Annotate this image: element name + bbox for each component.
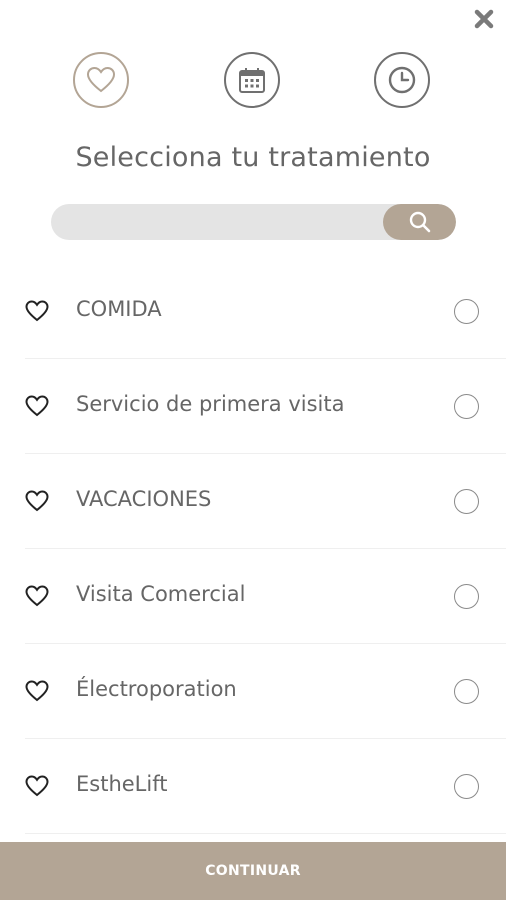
search-bar: [51, 204, 456, 240]
clock-icon: [388, 66, 416, 94]
heart-icon[interactable]: [25, 680, 49, 702]
list-item-label: EstheLift: [76, 772, 168, 796]
continue-button[interactable]: CONTINUAR: [0, 842, 506, 900]
step-date[interactable]: [224, 52, 280, 108]
list-item[interactable]: Servicio de primera visita: [25, 359, 506, 454]
heart-icon[interactable]: [25, 775, 49, 797]
treatment-list: COMIDA Servicio de primera visita VACACI…: [0, 264, 506, 834]
close-icon: [474, 9, 494, 29]
heart-icon[interactable]: [25, 300, 49, 322]
select-radio[interactable]: [454, 394, 479, 419]
list-item[interactable]: Visita Comercial: [25, 549, 506, 644]
list-item-label: VACACIONES: [76, 487, 212, 511]
step-treatment[interactable]: [73, 52, 129, 108]
search-input[interactable]: [51, 204, 383, 240]
list-item-label: Visita Comercial: [76, 582, 246, 606]
list-item-label: COMIDA: [76, 297, 162, 321]
heart-icon[interactable]: [25, 585, 49, 607]
heart-icon[interactable]: [25, 490, 49, 512]
step-indicator: [0, 52, 506, 114]
select-radio[interactable]: [454, 679, 479, 704]
select-radio[interactable]: [454, 584, 479, 609]
select-radio[interactable]: [454, 299, 479, 324]
list-item[interactable]: EstheLift: [25, 739, 506, 834]
list-item-label: Servicio de primera visita: [76, 392, 345, 416]
list-item[interactable]: VACACIONES: [25, 454, 506, 549]
calendar-icon: [239, 68, 265, 93]
close-button[interactable]: [470, 5, 498, 33]
select-radio[interactable]: [454, 489, 479, 514]
list-item[interactable]: COMIDA: [25, 264, 506, 359]
page-title: Selecciona tu tratamiento: [75, 142, 431, 173]
heart-icon: [86, 66, 116, 93]
step-time[interactable]: [374, 52, 430, 108]
heart-icon[interactable]: [25, 395, 49, 417]
list-item[interactable]: Électroporation: [25, 644, 506, 739]
list-item-label: Électroporation: [76, 677, 237, 701]
search-icon: [409, 211, 430, 233]
search-button[interactable]: [383, 204, 456, 240]
select-radio[interactable]: [454, 774, 479, 799]
